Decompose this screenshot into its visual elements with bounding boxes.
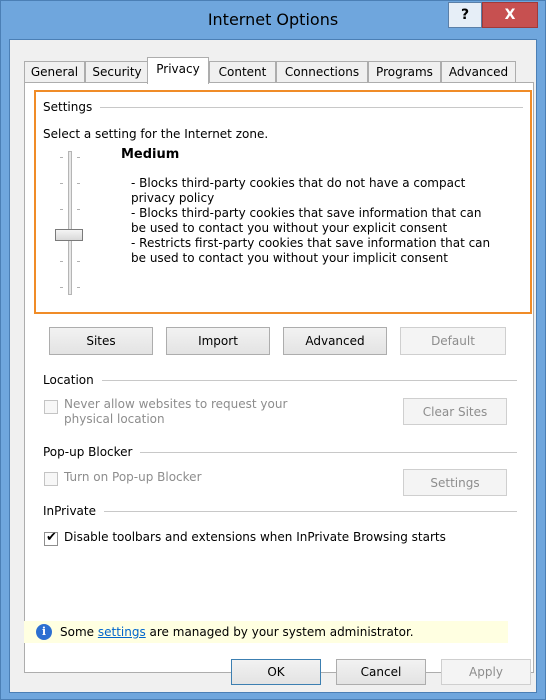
help-button[interactable]: ? — [448, 2, 482, 28]
description-line: - Blocks third-party cookies that do not… — [131, 176, 466, 205]
close-button[interactable]: X — [482, 2, 538, 28]
tab-security[interactable]: Security — [85, 61, 149, 83]
privacy-level-title: Medium — [121, 147, 180, 162]
apply-button[interactable]: Apply — [441, 659, 531, 685]
settings-group-header: Settings — [43, 100, 523, 114]
privacy-level-slider[interactable] — [44, 151, 104, 295]
popup-group-label: Pop-up Blocker — [43, 445, 133, 459]
internet-options-window: Internet Options ? X General Security Pr… — [0, 0, 546, 700]
slider-tick — [60, 261, 63, 262]
tab-programs[interactable]: Programs — [368, 61, 441, 83]
settings-link[interactable]: settings — [98, 625, 146, 639]
slider-tick — [60, 157, 63, 158]
slider-tick — [60, 183, 63, 184]
popup-divider — [140, 451, 517, 453]
tab-connections[interactable]: Connections — [276, 61, 368, 83]
admin-info-bar: i Some settings are managed by your syst… — [24, 621, 508, 643]
never-allow-location-checkbox[interactable] — [44, 400, 58, 414]
inprivate-group-label: InPrivate — [43, 504, 96, 518]
disable-toolbars-checkbox[interactable] — [44, 530, 58, 546]
title-bar[interactable]: Internet Options ? X — [1, 1, 545, 39]
admin-info-suffix: are managed by your system administrator… — [145, 625, 414, 639]
popup-settings-button[interactable]: Settings — [403, 469, 507, 496]
advanced-button[interactable]: Advanced — [283, 327, 387, 355]
never-allow-location-line: Never allow websites to request your — [64, 397, 288, 411]
location-divider — [101, 379, 517, 381]
slider-track[interactable] — [68, 151, 72, 295]
slider-tick — [77, 209, 80, 210]
tab-strip: General Security Privacy Content Connect… — [24, 54, 534, 84]
default-button[interactable]: Default — [400, 327, 506, 355]
never-allow-location-label: Never allow websites to request your phy… — [64, 397, 287, 427]
popup-blocker-checkbox[interactable] — [44, 472, 58, 486]
popup-group-header: Pop-up Blocker — [43, 445, 517, 459]
description-line: - Blocks third-party cookies that save i… — [131, 206, 482, 235]
popup-blocker-label: Turn on Pop-up Blocker — [64, 470, 202, 484]
admin-info-text: Some settings are managed by your system… — [60, 625, 414, 639]
tab-content[interactable]: Content — [209, 61, 276, 83]
settings-divider — [100, 106, 523, 108]
location-group-header: Location — [43, 373, 517, 387]
ok-button[interactable]: OK — [231, 659, 321, 685]
settings-group-label: Settings — [43, 100, 93, 114]
import-button[interactable]: Import — [166, 327, 270, 355]
slider-tick — [77, 261, 80, 262]
description-line: - Restricts first-party cookies that sav… — [131, 236, 491, 265]
slider-thumb[interactable] — [55, 229, 83, 241]
slider-tick — [77, 183, 80, 184]
dialog-client-area: General Security Privacy Content Connect… — [9, 39, 537, 693]
info-icon: i — [36, 624, 52, 640]
inprivate-group-header: InPrivate — [43, 504, 517, 518]
slider-tick — [60, 209, 63, 210]
zone-description: Select a setting for the Internet zone. — [43, 127, 269, 141]
never-allow-location-line: physical location — [64, 412, 165, 426]
inprivate-divider — [103, 510, 517, 512]
admin-info-prefix: Some — [60, 625, 98, 639]
location-group-label: Location — [43, 373, 94, 387]
slider-tick — [77, 287, 80, 288]
privacy-tab-panel: Settings Select a setting for the Intern… — [24, 82, 534, 673]
sites-button[interactable]: Sites — [49, 327, 153, 355]
cancel-button[interactable]: Cancel — [336, 659, 426, 685]
privacy-level-description: - Blocks third-party cookies that do not… — [131, 176, 491, 266]
tab-privacy[interactable]: Privacy — [147, 57, 209, 84]
disable-toolbars-label: Disable toolbars and extensions when InP… — [64, 530, 446, 544]
slider-tick — [60, 287, 63, 288]
slider-tick — [77, 157, 80, 158]
clear-sites-button[interactable]: Clear Sites — [403, 398, 507, 425]
tab-advanced[interactable]: Advanced — [441, 61, 516, 83]
tab-general[interactable]: General — [24, 61, 85, 83]
